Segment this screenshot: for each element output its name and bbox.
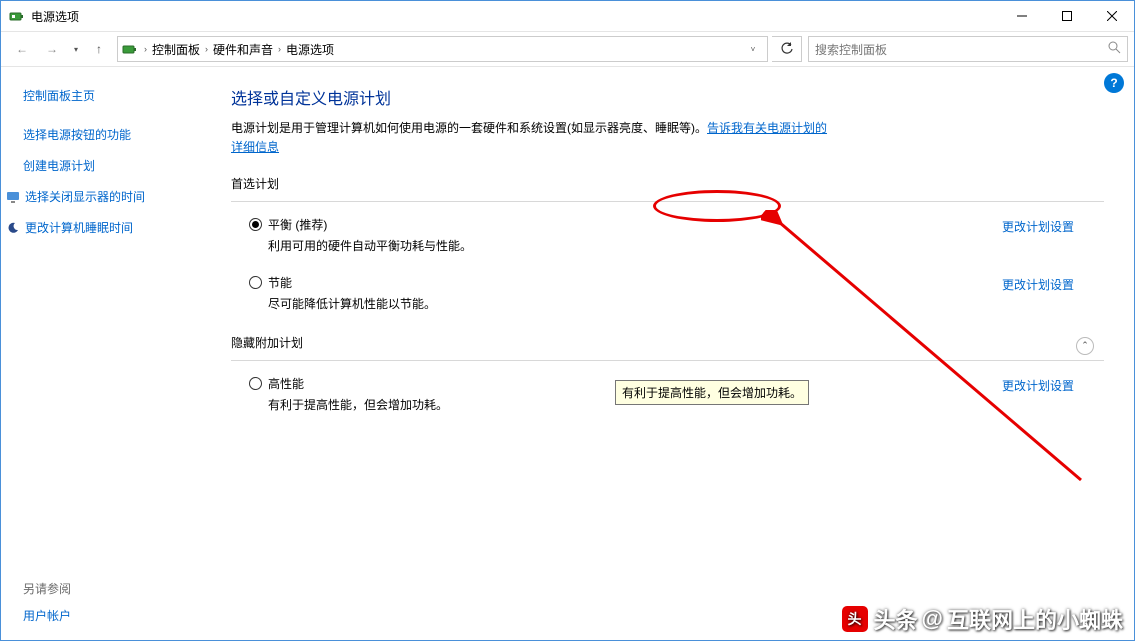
hidden-plans-section[interactable]: 隐藏附加计划 ⌃ xyxy=(231,334,1104,361)
maximize-button[interactable] xyxy=(1044,1,1089,31)
refresh-button[interactable] xyxy=(772,36,802,62)
change-plan-settings-link[interactable]: 更改计划设置 xyxy=(1002,276,1074,293)
watermark: 头 头条 @ 互联网上的小蜘蛛 xyxy=(842,603,1123,635)
forward-button[interactable]: → xyxy=(37,35,67,63)
tooltip: 有利于提高性能，但会增加功耗。 xyxy=(615,380,809,405)
change-plan-settings-link[interactable]: 更改计划设置 xyxy=(1002,218,1074,235)
radio-button[interactable] xyxy=(249,377,262,390)
see-also-heading: 另请参阅 xyxy=(23,580,71,597)
address-bar[interactable]: › 控制面板 › 硬件和声音 › 电源选项 ˅ xyxy=(117,36,768,62)
radio-button[interactable] xyxy=(249,218,262,231)
sidebar-link[interactable]: 创建电源计划 xyxy=(23,157,201,174)
breadcrumb-item[interactable]: 控制面板 xyxy=(149,41,203,58)
minimize-button[interactable] xyxy=(999,1,1044,31)
address-icon xyxy=(122,41,138,57)
collapse-icon[interactable]: ⌃ xyxy=(1076,337,1094,355)
chevron-right-icon: › xyxy=(276,44,283,54)
control-panel-home-link[interactable]: 控制面板主页 xyxy=(23,87,201,104)
see-also-link[interactable]: 用户帐户 xyxy=(23,607,71,624)
search-input[interactable]: 搜索控制面板 xyxy=(808,36,1128,62)
up-button[interactable]: ↑ xyxy=(85,35,113,63)
breadcrumb-item[interactable]: 电源选项 xyxy=(283,41,337,58)
plan-description: 尽可能降低计算机性能以节能。 xyxy=(268,295,1002,312)
sidebar-link[interactable]: 选择关闭显示器的时间 xyxy=(23,188,201,205)
help-button[interactable]: ? xyxy=(1104,73,1124,93)
search-placeholder: 搜索控制面板 xyxy=(815,41,1108,58)
monitor-icon xyxy=(5,189,21,205)
app-icon xyxy=(9,8,25,24)
breadcrumb-item[interactable]: 硬件和声音 xyxy=(210,41,276,58)
moon-icon xyxy=(5,220,21,236)
sidebar-link[interactable]: 选择电源按钮的功能 xyxy=(23,126,201,143)
change-plan-settings-link[interactable]: 更改计划设置 xyxy=(1002,377,1074,394)
back-button[interactable]: ← xyxy=(7,35,37,63)
plan-description: 利用可用的硬件自动平衡功耗与性能。 xyxy=(268,237,1002,254)
history-dropdown[interactable]: ▾ xyxy=(67,45,85,54)
chevron-right-icon: › xyxy=(142,44,149,54)
power-plan-saver[interactable]: 节能 尽可能降低计算机性能以节能。 更改计划设置 xyxy=(231,270,1104,328)
chevron-right-icon: › xyxy=(203,44,210,54)
page-description: 电源计划是用于管理计算机如何使用电源的一套硬件和系统设置(如显示器亮度、睡眠等)… xyxy=(231,119,831,157)
preferred-plans-section: 首选计划 xyxy=(231,175,1104,202)
window-title: 电源选项 xyxy=(31,8,999,25)
power-plan-balanced[interactable]: 平衡 (推荐) 利用可用的硬件自动平衡功耗与性能。 更改计划设置 xyxy=(231,212,1104,270)
watermark-icon: 头 xyxy=(842,606,868,632)
radio-button[interactable] xyxy=(249,276,262,289)
page-heading: 选择或自定义电源计划 xyxy=(231,85,1104,109)
search-icon xyxy=(1108,41,1121,57)
close-button[interactable] xyxy=(1089,1,1134,31)
sidebar-link[interactable]: 更改计算机睡眠时间 xyxy=(23,219,201,236)
plan-name: 平衡 (推荐) xyxy=(268,216,1002,233)
plan-name: 节能 xyxy=(268,274,1002,291)
address-dropdown[interactable]: ˅ xyxy=(743,45,763,54)
